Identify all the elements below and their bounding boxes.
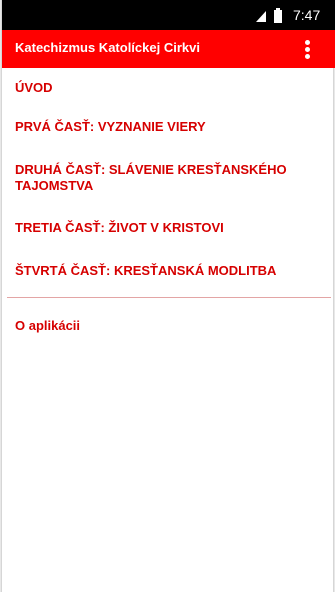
menu-item-tretia-cast[interactable]: TRETIA ČASŤ: ŽIVOT V KRISTOVI [15,220,315,236]
overflow-menu-button[interactable] [298,37,316,61]
app-screen: 7:47 Katechizmus Katolíckej Cirkvi ÚVOD … [1,0,335,592]
status-time: 7:47 [293,7,321,23]
menu-divider [7,297,331,298]
menu-item-stvrta-cast[interactable]: ŠTVRTÁ ČASŤ: KRESŤANSKÁ MODLITBA [15,263,315,279]
menu-item-uvod[interactable]: ÚVOD [15,80,315,96]
signal-icon [256,11,266,22]
battery-icon [274,8,282,23]
overflow-menu-icon-dot [305,40,310,45]
about-link[interactable]: O aplikácii [15,318,315,334]
menu-item-prva-cast[interactable]: PRVÁ ČASŤ: VYZNANIE VIERY [15,119,315,135]
app-title: Katechizmus Katolíckej Cirkvi [15,40,200,55]
overflow-menu-icon-dot [305,47,310,52]
status-bar: 7:47 [2,0,335,30]
overflow-menu-icon-dot [305,54,310,59]
app-bar: Katechizmus Katolíckej Cirkvi [2,30,335,68]
menu-item-druha-cast[interactable]: DRUHÁ ČASŤ: SLÁVENIE KRESŤANSKÉHO TAJOMS… [15,162,315,194]
